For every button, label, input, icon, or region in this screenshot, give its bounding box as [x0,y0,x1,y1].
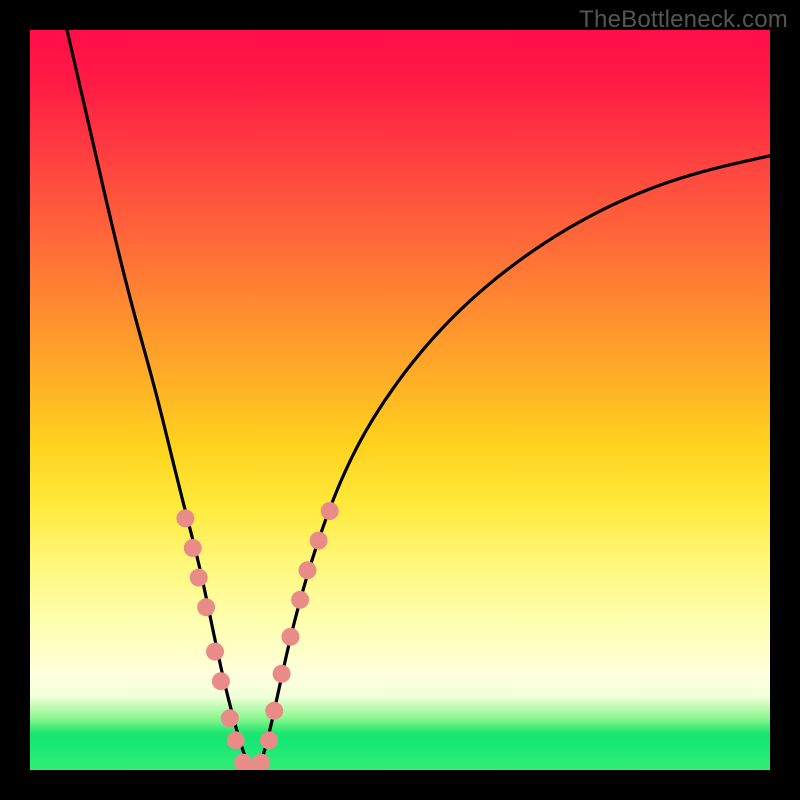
bottleneck-curve [67,30,770,770]
watermark-text: TheBottleneck.com [579,6,788,34]
marker-dot [281,628,299,646]
marker-dot [260,731,278,749]
marker-dot [252,754,270,770]
marker-dot [176,509,194,527]
plot-area [30,30,770,770]
marker-dot [221,709,239,727]
marker-dot [321,502,339,520]
marker-dot [299,561,317,579]
marker-dot [197,598,215,616]
marker-dot [212,672,230,690]
marker-dot [227,731,245,749]
marker-dot [265,702,283,720]
chart-frame: TheBottleneck.com [0,0,800,800]
curve-layer [67,30,770,770]
chart-svg [30,30,770,770]
marker-dot [206,643,224,661]
marker-dot [184,539,202,557]
marker-dot [273,665,291,683]
markers-layer [176,502,338,770]
marker-dot [310,532,328,550]
marker-dot [190,569,208,587]
marker-dot [291,591,309,609]
